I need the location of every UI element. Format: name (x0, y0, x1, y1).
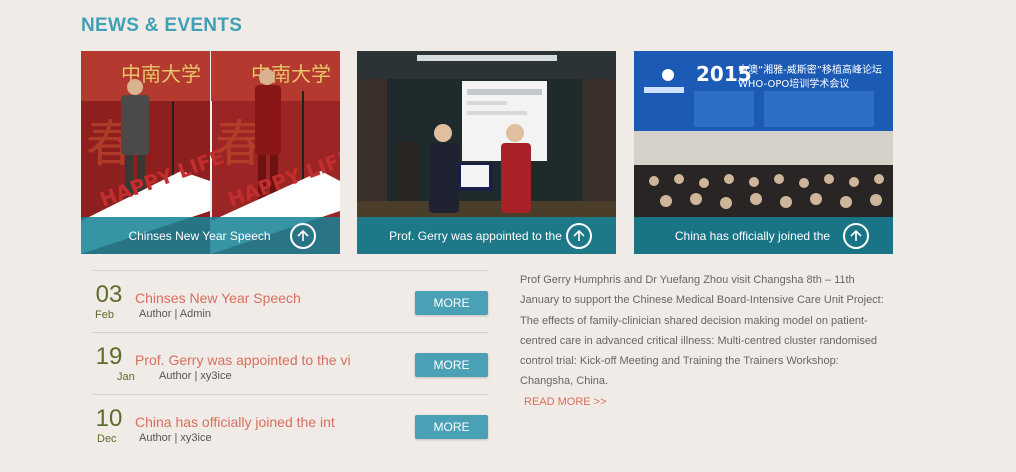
card-caption-bar: China has officially joined the (634, 217, 893, 254)
read-more-link[interactable]: READ MORE >> (524, 396, 607, 408)
card-caption: China has officially joined the (674, 228, 831, 243)
news-day: 19 (95, 343, 123, 370)
news-day: 03 (95, 281, 123, 308)
news-headline-link[interactable]: Chinses New Year Speech (135, 290, 301, 306)
svg-text:中澳“湘雅-威斯密”移植高峰论坛: 中澳“湘雅-威斯密”移植高峰论坛 (738, 63, 882, 76)
card-caption: Chinses New Year Speech (128, 228, 271, 243)
featured-card-appointment[interactable]: Prof. Gerry was appointed to the (357, 51, 616, 254)
more-button[interactable]: MORE (415, 415, 488, 439)
arrow-up-icon[interactable] (290, 223, 316, 249)
news-item: 10 Dec China has officially joined the i… (93, 394, 488, 456)
card-caption-bar: Chinses New Year Speech (81, 217, 340, 254)
news-summary: Prof Gerry Humphris and Dr Yuefang Zhou … (520, 274, 884, 388)
arrow-up-icon[interactable] (843, 223, 869, 249)
news-item: 03 Feb Chinses New Year Speech Author | … (93, 270, 488, 332)
news-day: 10 (95, 405, 123, 432)
arrow-up-icon[interactable] (566, 223, 592, 249)
more-button[interactable]: MORE (415, 291, 488, 315)
more-button[interactable]: MORE (415, 353, 488, 377)
news-month: Jan (117, 371, 135, 383)
news-author: Author | Admin (139, 308, 211, 320)
card-caption-bar: Prof. Gerry was appointed to the (357, 217, 616, 254)
news-list: 03 Feb Chinses New Year Speech Author | … (93, 270, 488, 456)
news-item: 19 Jan Prof. Gerry was appointed to the … (93, 332, 488, 394)
card-caption: Prof. Gerry was appointed to the (389, 228, 562, 243)
conference-banner-text: 2015 中澳“湘雅-威斯密”移植高峰论坛 WHO-OPO培训学术会议 (696, 62, 882, 90)
news-author: Author | xy3ice (139, 432, 212, 444)
featured-card-new-year[interactable]: 中南大学 中南大学 春 春 HAPPY LIFE HAPPY LIFE Chin… (81, 51, 340, 254)
svg-text:WHO-OPO培训学术会议: WHO-OPO培训学术会议 (738, 77, 849, 90)
svg-text:HAPPY LIFE: HAPPY LIFE (225, 145, 340, 212)
news-headline-link[interactable]: China has officially joined the int (135, 414, 335, 430)
news-author: Author | xy3ice (159, 370, 232, 382)
news-headline-link[interactable]: Prof. Gerry was appointed to the vi (135, 352, 351, 368)
news-month: Dec (97, 433, 117, 445)
news-month: Feb (95, 309, 114, 321)
featured-card-who-opo[interactable]: 2015 中澳“湘雅-威斯密”移植高峰论坛 WHO-OPO培训学术会议 Chin… (634, 51, 893, 254)
section-title: NEWS & EVENTS (81, 15, 243, 36)
svg-text:HAPPY LIFE: HAPPY LIFE (97, 145, 228, 212)
